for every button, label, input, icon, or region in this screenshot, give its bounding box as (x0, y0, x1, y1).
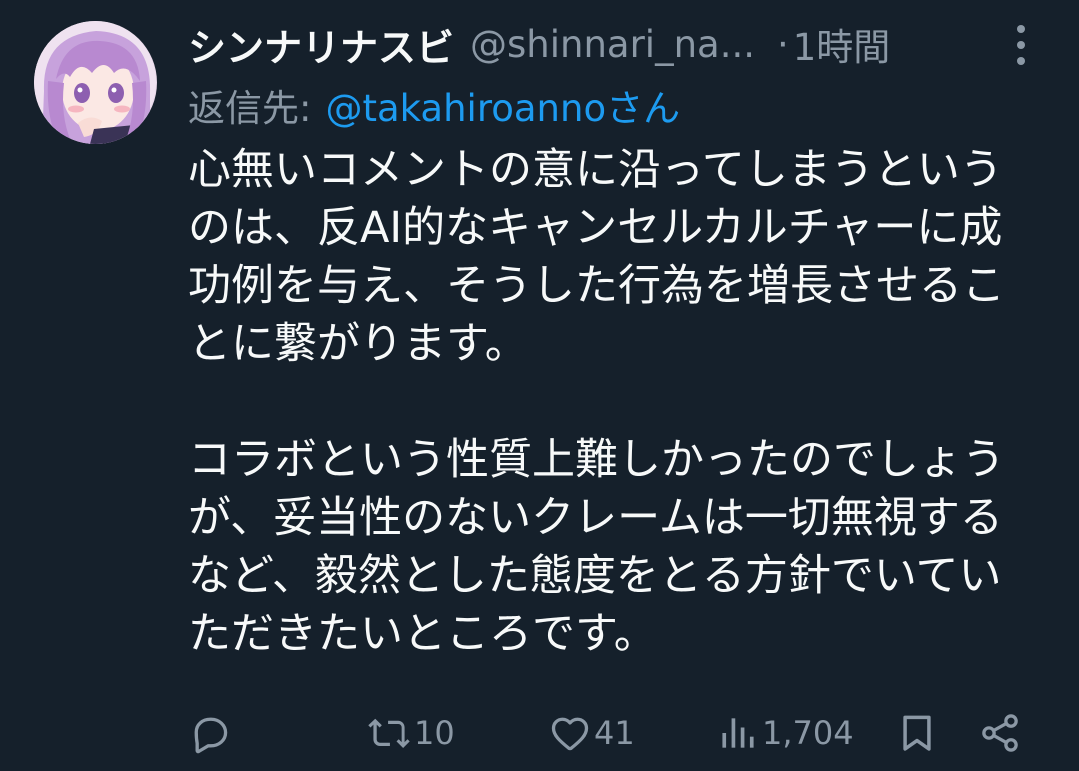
retweet-icon (368, 718, 410, 749)
like-button[interactable]: 41 (548, 703, 635, 763)
retweet-count: 10 (414, 714, 455, 752)
timestamp[interactable]: 1時間 (793, 17, 891, 71)
heart-icon (551, 717, 589, 751)
like-count: 41 (594, 714, 635, 752)
tweet-text-line: 功例を与え、そうした行為を増長させるこ (188, 261, 1005, 311)
tweet-header: シンナリナスビ @shinnari_na... · 1時間 (188, 14, 1048, 74)
reply-to-line: 返信先: @takahiroannoさん (188, 76, 680, 134)
display-name[interactable]: シンナリナスビ (188, 17, 454, 72)
reply-to-mention-link[interactable]: @takahiroannoさん (325, 78, 680, 132)
avatar-image (34, 21, 157, 144)
tweet-text-line: とに繋がります。 (188, 319, 528, 369)
user-handle[interactable]: @shinnari_na... (470, 23, 755, 66)
more-options-button[interactable] (1008, 22, 1034, 68)
tweet-text-line: 心無いコメントの意に沿ってしまうという (188, 145, 1003, 195)
tweet-text-line: が、妥当性のないクレームは一切無視する (188, 493, 1003, 543)
share-button[interactable] (978, 703, 1022, 763)
share-icon (982, 714, 1018, 752)
tweet-text-line: など、毅然とした態度をとる方針でいてい (188, 551, 1002, 601)
reply-button[interactable] (188, 703, 234, 763)
separator-dot: · (777, 22, 789, 66)
reply-icon (194, 717, 228, 754)
bookmark-icon (903, 715, 931, 751)
views-bar-chart-icon (722, 718, 754, 748)
tweet-text: 心無いコメントの意に沿ってしまうという のは、反AI的なキャンセルカルチャーに成… (188, 141, 1058, 663)
tweet-text-line: のは、反AI的なキャンセルカルチャーに成 (188, 203, 1003, 253)
view-count: 1,704 (762, 714, 854, 752)
retweet-button[interactable]: 10 (366, 703, 455, 763)
tweet-text-line: ただきたいところです。 (188, 609, 657, 659)
more-vertical-icon (1017, 25, 1025, 65)
tweet-text-line: コラボという性質上難しかったのでしょう (188, 435, 1005, 485)
bookmark-button[interactable] (895, 703, 939, 763)
views-button[interactable]: 1,704 (716, 703, 854, 763)
avatar[interactable] (34, 21, 157, 144)
reply-to-label: 返信先: (188, 87, 312, 130)
